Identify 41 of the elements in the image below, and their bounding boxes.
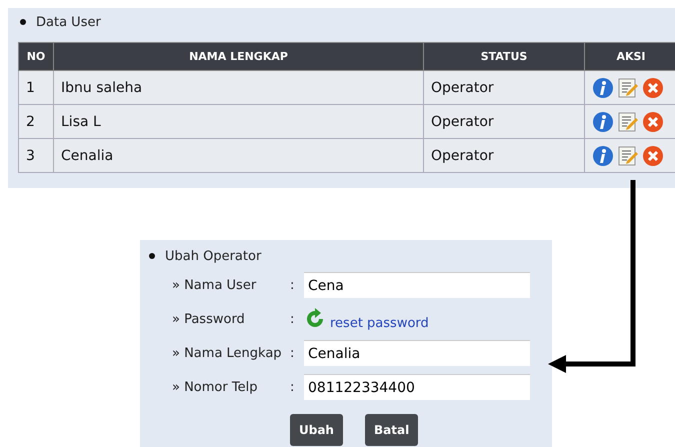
- table-cell: Lisa L: [54, 104, 424, 138]
- edit-icon[interactable]: [617, 76, 639, 98]
- table-cell: Ibnu saleha: [54, 70, 424, 104]
- table-cell: 2: [18, 104, 54, 138]
- bullet-icon: [20, 19, 26, 25]
- column-header: NO: [18, 42, 54, 70]
- edit-icon[interactable]: [617, 110, 639, 132]
- bullet-icon: [149, 253, 155, 259]
- table-cell: Operator: [424, 138, 584, 172]
- input-field[interactable]: Cena: [304, 272, 530, 298]
- info-icon[interactable]: [592, 110, 614, 132]
- form-button[interactable]: Batal: [364, 414, 418, 446]
- reset-link[interactable]: reset password: [330, 308, 429, 330]
- field-label: » Nomor Telp: [172, 380, 258, 394]
- form-button[interactable]: Ubah: [290, 414, 343, 446]
- separator: :: [290, 278, 296, 292]
- input-field[interactable]: Cenalia: [304, 340, 530, 366]
- column-header: NAMA LENGKAP: [54, 42, 424, 70]
- table-cell: 1: [18, 70, 54, 104]
- edit-icon[interactable]: [617, 144, 639, 166]
- refresh-icon[interactable]: [304, 308, 326, 330]
- field-label: » Nama Lengkap: [172, 346, 283, 360]
- separator: :: [290, 346, 296, 360]
- column-header: STATUS: [424, 42, 584, 70]
- table-cell: Cenalia: [54, 138, 424, 172]
- separator: :: [290, 312, 296, 326]
- input-field[interactable]: 081122334400: [304, 374, 530, 400]
- field-label: » Nama User: [172, 278, 258, 292]
- table-cell: 3: [18, 138, 54, 172]
- column-header: AKSI: [584, 42, 675, 70]
- table-cell: Operator: [424, 70, 584, 104]
- section-title: Data User: [36, 14, 101, 30]
- field-label: » Password: [172, 312, 246, 326]
- separator: :: [290, 380, 296, 394]
- info-icon[interactable]: [592, 76, 614, 98]
- delete-icon[interactable]: [642, 144, 664, 166]
- table-cell: Operator: [424, 104, 584, 138]
- delete-icon[interactable]: [642, 76, 664, 98]
- info-icon[interactable]: [592, 144, 614, 166]
- section-title: Ubah Operator: [165, 248, 262, 264]
- delete-icon[interactable]: [642, 110, 664, 132]
